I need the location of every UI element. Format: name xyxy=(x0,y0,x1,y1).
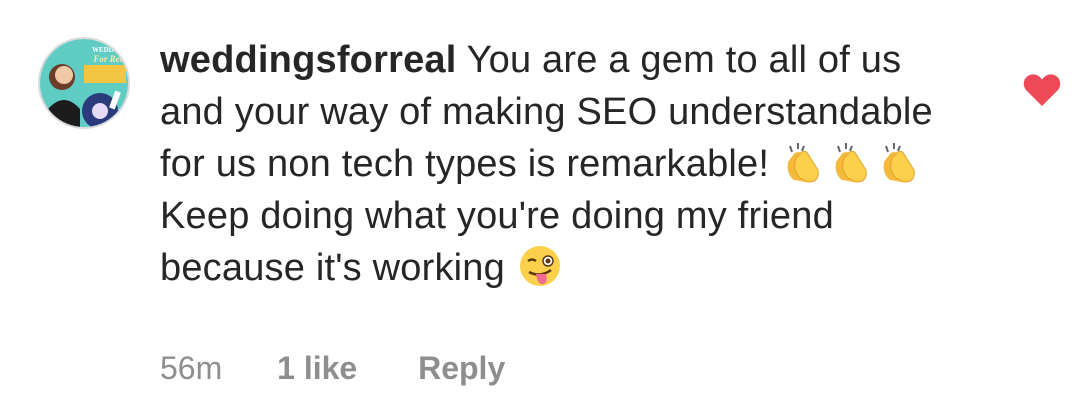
winking-face-with-tongue-icon xyxy=(516,244,564,288)
heart-icon[interactable] xyxy=(1022,72,1062,108)
avatar-brand: WEDDINGS For Real xyxy=(92,46,130,65)
comment-text-part-2: Keep doing what you're doing my friend b… xyxy=(160,195,834,289)
comment-timestamp: 56m xyxy=(160,350,223,386)
avatar-brand-line-2: For Real xyxy=(93,54,127,64)
avatar-brand-line-1: WEDDINGS xyxy=(92,46,130,54)
clapping-hands-icon xyxy=(876,140,924,184)
clapping-hands-icon xyxy=(828,140,876,184)
comment-item: WEDDINGS For Real weddingsforreal You ar… xyxy=(0,0,1078,417)
comment-body: weddingsforreal You are a gem to all of … xyxy=(160,34,960,294)
clapping-hands-icon xyxy=(780,140,828,184)
comment-meta: 56m 1 like Reply xyxy=(160,346,505,390)
username-link[interactable]: weddingsforreal xyxy=(160,39,457,81)
reply-button[interactable]: Reply xyxy=(418,346,505,390)
avatar[interactable]: WEDDINGS For Real xyxy=(38,37,130,129)
like-count-button[interactable]: 1 like xyxy=(277,346,357,390)
